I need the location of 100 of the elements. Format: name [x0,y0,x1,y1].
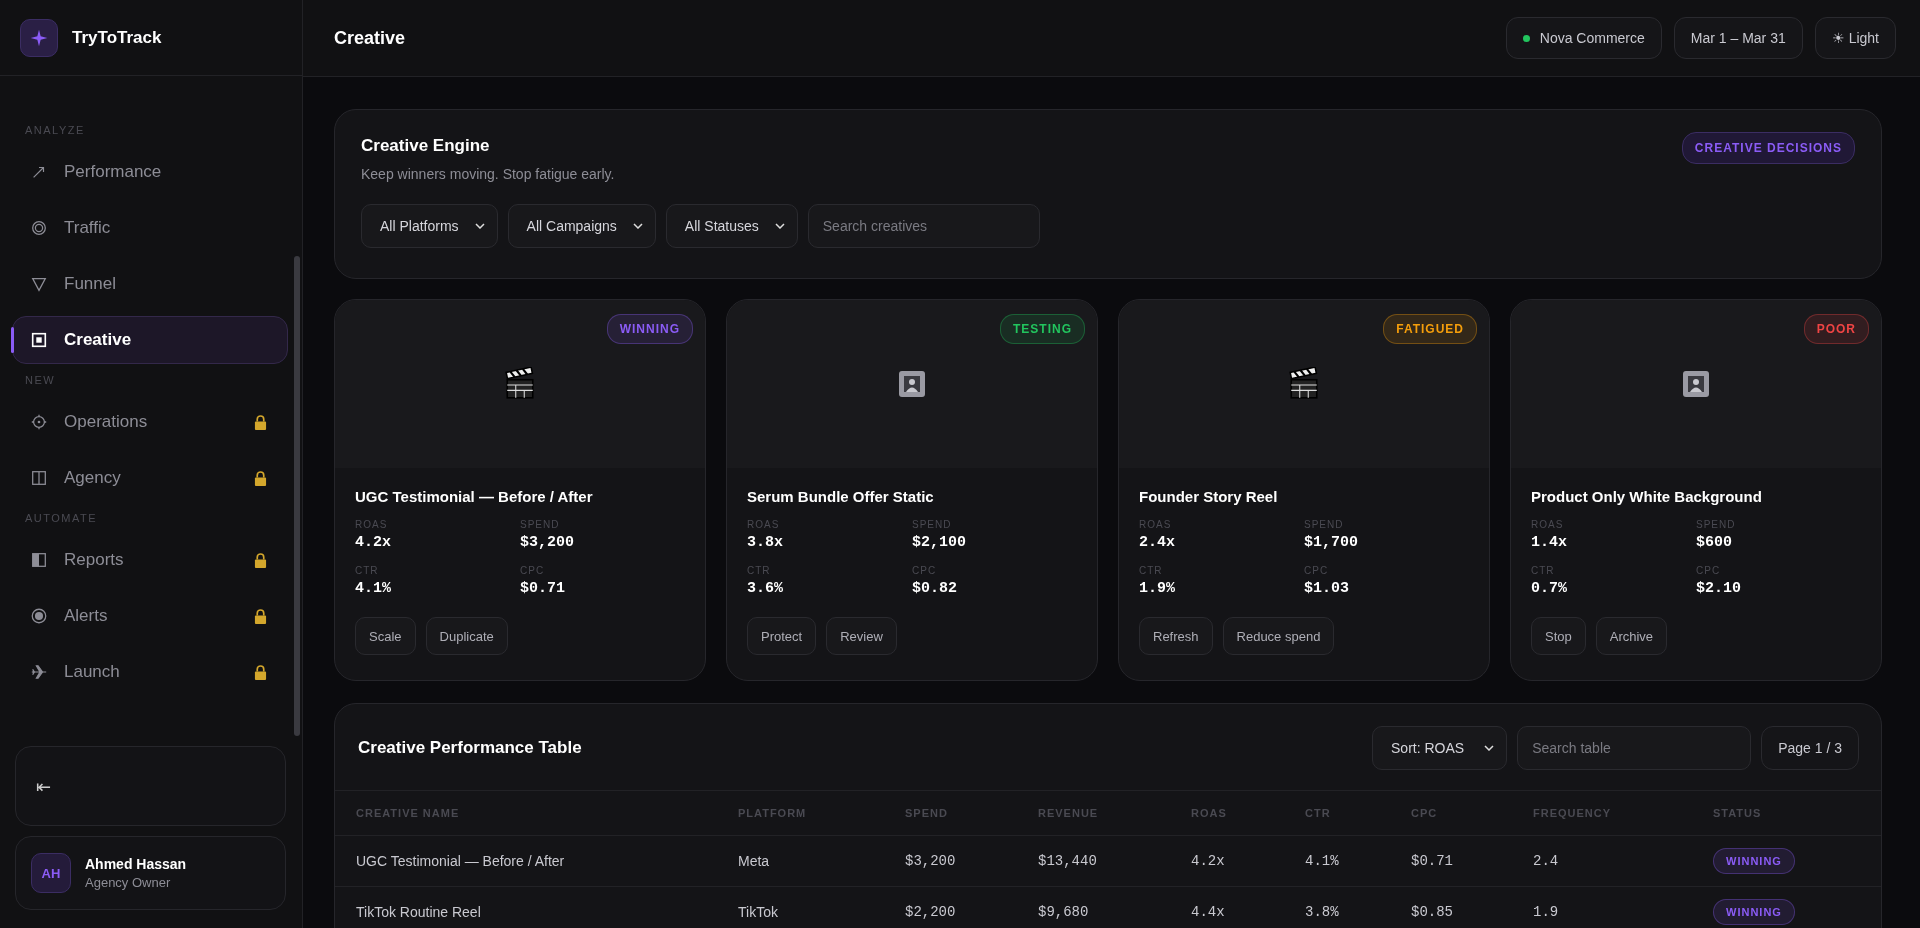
column-header: SPEND [905,807,949,819]
status-badge: WINNING [1713,848,1795,874]
square-icon [30,331,48,349]
metric-label: ROAS [355,519,389,530]
plane-icon [30,663,48,681]
table-cell-text: TikTok Routine Reel [356,904,482,920]
creative-title: UGC Testimonial — Before / After [355,488,594,505]
table-cell-text: $3,200 [905,853,957,869]
action-button[interactable]: Review [826,617,897,655]
metric-value: $2.10 [1696,580,1742,597]
metric-label: ROAS [747,519,781,530]
funnel-icon [30,275,48,293]
metric-value: $0.82 [912,580,958,597]
chevron-icon [474,223,485,229]
section-title: NEW [24,374,57,386]
filter-dropdown[interactable]: All Statuses [665,204,798,248]
column-header: FREQUENCY [1533,807,1613,819]
metric-label: ROAS [1531,519,1565,530]
nav-item[interactable]: Performance [12,148,288,196]
metric-value: $2,100 [912,534,967,551]
nav-item[interactable]: Creative [12,316,288,364]
action-button[interactable]: Duplicate [425,617,508,655]
nav-item[interactable]: Launch [12,648,288,696]
panel-title: Creative Engine [361,136,491,156]
chevron-icon [1484,745,1495,751]
metric-value: 4.1% [355,580,392,597]
metric-value: 0.7% [1531,580,1568,597]
action-button[interactable]: Stop [1531,617,1586,655]
table-cell-text: 4.1% [1305,853,1340,869]
brand-name: TryToTrack [72,27,162,48]
table-cell-text: $13,440 [1038,853,1098,869]
status-badge: TESTING [1000,314,1085,344]
metric-label: CPC [1304,565,1330,576]
metric-value: 2.4x [1139,534,1176,551]
target-icon [30,219,48,237]
nav-item[interactable]: Traffic [12,204,288,252]
user-card[interactable]: AH Ahmed Hassan Agency Owner [15,836,286,910]
table-cell-text: UGC Testimonial — Before / After [356,853,566,869]
sort-dropdown[interactable]: Sort: ROAS [1372,726,1508,770]
metric-value: $1,700 [1304,534,1359,551]
creative-title: Product Only White Background [1531,488,1763,505]
nav-item[interactable]: Funnel [12,260,288,308]
metric-label: CPC [520,565,546,576]
pagination-button[interactable]: Page 1 / 3 [1761,726,1859,770]
table-cell-text: TikTok [738,904,779,920]
column-header: CREATIVE NAME [356,807,461,819]
table-cell-text: $2,200 [905,904,957,920]
metric-value: 1.9% [1139,580,1176,597]
avatar: AH [31,853,71,893]
table-cell-text: $0.71 [1411,853,1454,869]
radio-icon [30,607,48,625]
metric-value: $0.71 [520,580,566,597]
status-badge: WINNING [606,314,693,344]
column-header: STATUS [1713,807,1763,819]
metric-label: SPEND [912,519,953,530]
metric-value: 3.6% [747,580,784,597]
table-cell-text: 4.4x [1191,904,1226,920]
filter-dropdown[interactable]: All Campaigns [507,204,656,248]
section-title: AUTOMATE [24,512,99,524]
user-role: Agency Owner [85,875,172,890]
action-button[interactable]: Reduce spend [1222,617,1335,655]
metric-value: $1.03 [1304,580,1350,597]
scrollbar-thumb[interactable] [294,256,300,736]
page-title: Creative [334,27,406,49]
user-name: Ahmed Hassan [85,856,187,872]
column-header: REVENUE [1038,807,1100,819]
metric-value: $3,200 [520,534,575,551]
panel-subtitle: Keep winners moving. Stop fatigue early. [361,166,615,182]
table-cell-text: 4.2x [1191,853,1226,869]
column-header: CTR [1305,807,1332,819]
nav-item[interactable]: Operations [12,398,288,446]
metric-label: CTR [355,565,380,576]
action-button[interactable]: Archive [1595,617,1668,655]
metric-label: CTR [1531,565,1556,576]
table-cell-text: $0.85 [1411,904,1454,920]
metric-label: CPC [1696,565,1722,576]
creative-title: Founder Story Reel [1139,488,1279,505]
nav-item[interactable]: Alerts [12,592,288,640]
section-title: ANALYZE [24,124,86,136]
table-title: Creative Performance Table [358,738,582,758]
date-range-button[interactable]: Mar 1 – Mar 31 [1673,17,1803,59]
metric-label: SPEND [1696,519,1737,530]
columns-icon [30,469,48,487]
table-cell-text: 2.4 [1533,853,1560,869]
chevron-icon [632,223,643,229]
nav-item[interactable]: Agency [12,454,288,502]
filter-dropdown[interactable]: All Platforms [361,204,498,248]
action-button[interactable]: Protect [747,617,817,655]
theme-toggle[interactable]: ☀ Light [1814,17,1896,59]
search-field[interactable]: Search table [1517,726,1752,770]
account-selector[interactable]: Nova Commerce [1505,17,1662,59]
metric-label: CPC [912,565,938,576]
action-button[interactable]: Scale [355,617,416,655]
action-button[interactable]: Refresh [1139,617,1213,655]
status-badge: FATIGUED [1383,314,1477,344]
nav-item[interactable]: Reports [12,536,288,584]
collapse-button[interactable]: ⇤ [30,771,58,801]
column-header: PLATFORM [738,807,808,819]
decisions-tag: CREATIVE DECISIONS [1681,132,1855,164]
search-field[interactable]: Search creatives [807,204,1040,248]
